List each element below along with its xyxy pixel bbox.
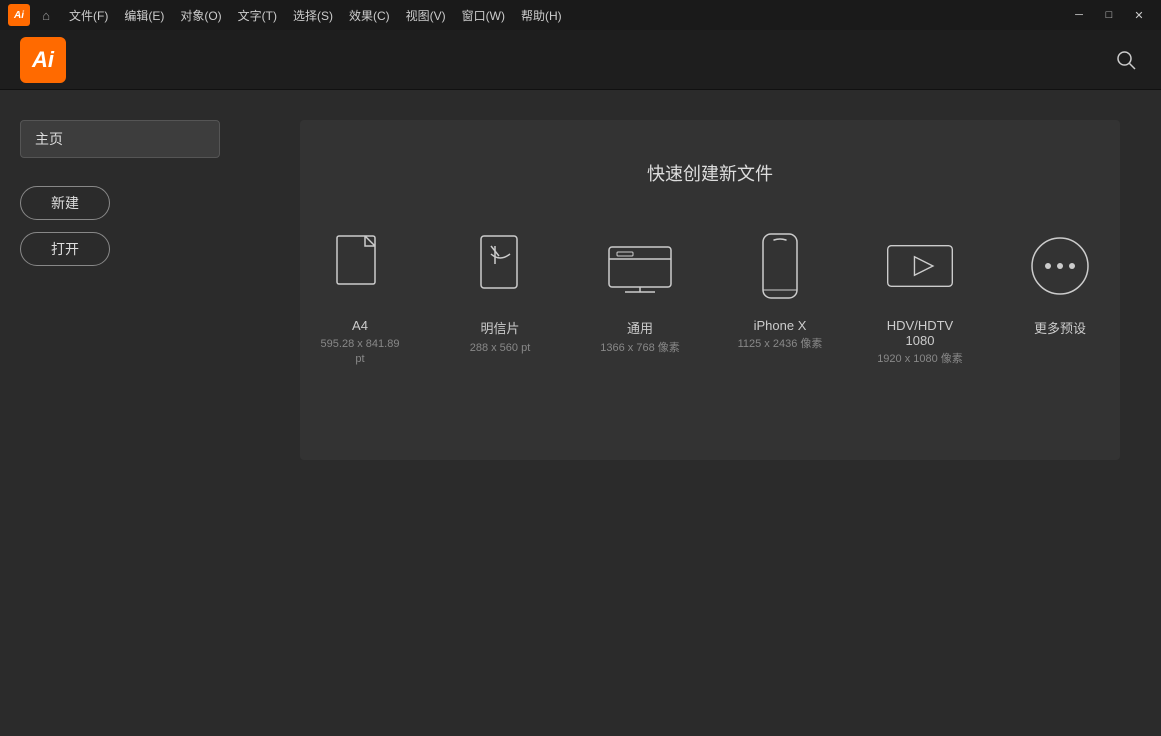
template-iphone[interactable]: iPhone X 1125 x 2436 像素 [735,226,825,352]
template-more-name: 更多预设 [1034,318,1086,337]
template-web-icon [604,226,676,306]
template-web-name: 通用 [627,318,653,337]
template-iphone-name: iPhone X [754,318,807,333]
menu-object[interactable]: 对象(O) [173,5,228,26]
menu-view[interactable]: 视图(V) [399,5,453,26]
title-bar-controls: ─ □ ✕ [1065,5,1153,25]
template-postcard[interactable]: 明信片 288 x 560 pt [455,226,545,356]
template-more-icon [1024,226,1096,306]
open-button[interactable]: 打开 [20,232,110,266]
template-more[interactable]: 更多预设 [1015,226,1105,341]
sidebar: 主页 新建 打开 [0,90,260,736]
template-postcard-name: 明信片 [480,318,519,337]
template-a4-name: A4 [352,318,368,333]
sidebar-home-label: 主页 [20,120,220,158]
menu-help[interactable]: 帮助(H) [514,5,569,26]
menu-bar: 文件(F) 编辑(E) 对象(O) 文字(T) 选择(S) 效果(C) 视图(V… [62,5,569,26]
ai-logo: Ai [20,37,66,83]
menu-text[interactable]: 文字(T) [231,5,284,26]
title-bar-left: Ai ⌂ 文件(F) 编辑(E) 对象(O) 文字(T) 选择(S) 效果(C)… [8,4,569,26]
search-icon[interactable] [1111,45,1141,75]
title-bar-home-icon[interactable]: ⌂ [36,5,56,25]
template-video[interactable]: HDV/HDTV 1080 1920 x 1080 像素 [875,226,965,367]
template-postcard-icon [464,226,536,306]
maximize-button[interactable]: □ [1095,5,1123,25]
content-area: 快速创建新文件 A4 595.28 x 841.89 pt [260,90,1161,736]
template-a4-size: 595.28 x 841.89 pt [315,337,405,368]
main-layout: 主页 新建 打开 快速创建新文件 A4 595.28 x 841 [0,90,1161,736]
template-video-size: 1920 x 1080 像素 [877,352,963,367]
template-postcard-size: 288 x 560 pt [470,341,531,356]
header-bar: Ai [0,30,1161,90]
menu-file[interactable]: 文件(F) [62,5,115,26]
template-iphone-size: 1125 x 2436 像素 [738,337,823,352]
new-button[interactable]: 新建 [20,186,110,220]
template-a4-icon [324,226,396,306]
menu-edit[interactable]: 编辑(E) [117,5,171,26]
menu-window[interactable]: 窗口(W) [455,5,512,26]
title-bar-ai-icon: Ai [8,4,30,26]
menu-effect[interactable]: 效果(C) [342,5,397,26]
quick-create-panel: 快速创建新文件 A4 595.28 x 841.89 pt [300,120,1120,460]
minimize-button[interactable]: ─ [1065,5,1093,25]
menu-select[interactable]: 选择(S) [286,5,340,26]
template-web-size: 1366 x 768 像素 [600,341,680,356]
template-a4[interactable]: A4 595.28 x 841.89 pt [315,226,405,368]
template-grid: A4 595.28 x 841.89 pt 明信片 288 x 56 [315,226,1105,368]
template-video-icon [884,226,956,306]
template-web[interactable]: 通用 1366 x 768 像素 [595,226,685,356]
title-bar: Ai ⌂ 文件(F) 编辑(E) 对象(O) 文字(T) 选择(S) 效果(C)… [0,0,1161,30]
quick-create-title: 快速创建新文件 [647,160,773,186]
close-button[interactable]: ✕ [1125,5,1153,25]
template-video-name: HDV/HDTV 1080 [875,318,965,348]
template-iphone-icon [744,226,816,306]
